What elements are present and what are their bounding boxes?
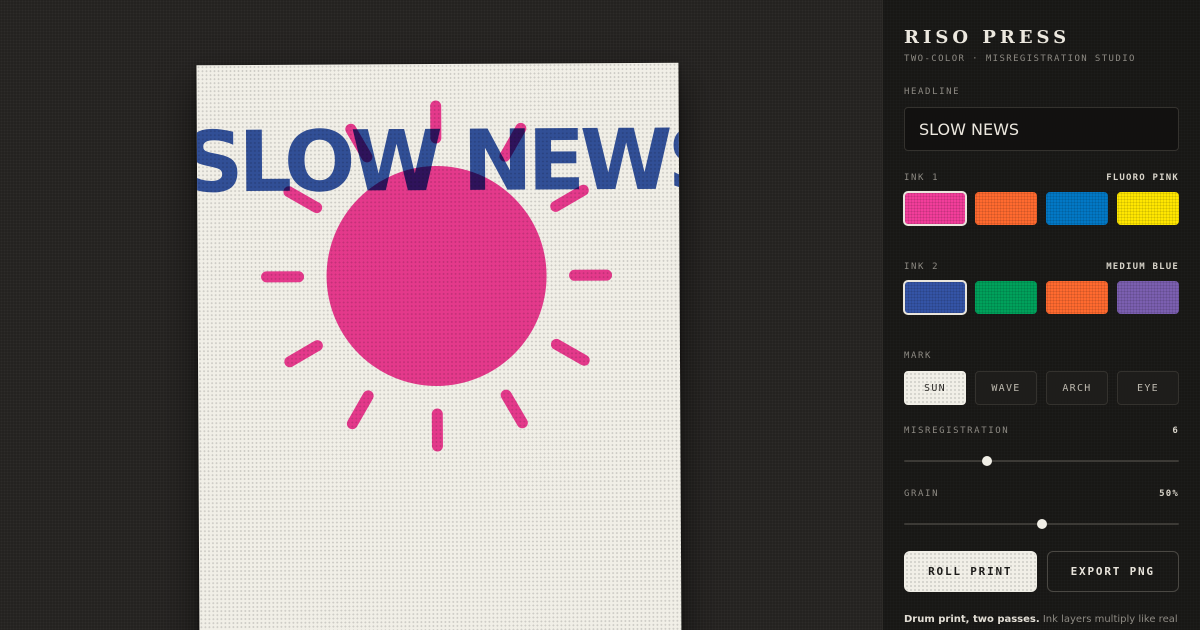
poster-artwork: SLOW NEWS: [196, 100, 682, 452]
headline-label-row: HEADLINE: [904, 87, 1179, 97]
ink2-swatch-0[interactable]: [903, 280, 967, 315]
misregistration-label: MISREGISTRATION: [904, 426, 1010, 436]
grain-label: GRAIN: [904, 489, 940, 499]
grain-value: 50%: [1159, 489, 1179, 499]
mark-button-wave[interactable]: WAVE: [975, 371, 1037, 405]
ink1-label: INK 1: [904, 173, 940, 183]
control-panel: RISO PRESS TWO-COLOR · MISREGISTRATION S…: [882, 0, 1200, 630]
mark-button-eye[interactable]: EYE: [1117, 371, 1179, 405]
misregistration-slider[interactable]: [904, 454, 1179, 468]
app-subtitle: TWO-COLOR · MISREGISTRATION STUDIO: [904, 54, 1136, 64]
ink1-swatch-2[interactable]: [1046, 192, 1108, 225]
mark-button-sun[interactable]: SUN: [904, 371, 966, 405]
headline-label: HEADLINE: [904, 87, 961, 97]
ink1-selected-name: FLUORO PINK: [1106, 173, 1179, 183]
misregistration-track: [904, 460, 1179, 462]
export-png-button[interactable]: EXPORT PNG: [1046, 551, 1179, 592]
misregistration-thumb[interactable]: [981, 456, 992, 466]
ink1-swatches: [903, 191, 1179, 226]
help-note-strong: Drum print, two passes.: [904, 614, 1040, 625]
poster-headline: SLOW NEWS: [196, 111, 681, 212]
ink2-selected-name: MEDIUM BLUE: [1106, 262, 1179, 272]
help-note: Drum print, two passes. Ink layers multi…: [904, 613, 1189, 627]
ink1-label-row: INK 1 FLUORO PINK: [904, 173, 1179, 183]
poster-paper: SLOW NEWS: [196, 62, 682, 630]
ink2-label: INK 2: [904, 262, 940, 272]
canvas-stage: SLOW NEWS: [0, 0, 882, 630]
ink1-swatch-1[interactable]: [975, 192, 1037, 225]
roll-print-button[interactable]: ROLL PRINT: [904, 551, 1037, 592]
app-title: RISO PRESS: [904, 27, 1071, 48]
grain-slider[interactable]: [904, 517, 1179, 531]
misregistration-label-row: MISREGISTRATION 6: [904, 426, 1179, 436]
ink2-swatch-3[interactable]: [1117, 281, 1179, 314]
headline-input[interactable]: [904, 107, 1179, 151]
mark-button-arch[interactable]: ARCH: [1046, 371, 1108, 405]
help-note-text: Ink layers multiply like real: [1039, 614, 1178, 625]
ink2-swatch-2[interactable]: [1046, 281, 1108, 314]
mark-label: MARK: [904, 351, 933, 361]
sun-ray: [500, 389, 528, 429]
sun-ray: [346, 390, 374, 430]
sun-ray: [550, 338, 590, 366]
action-buttons: ROLL PRINT EXPORT PNG: [904, 551, 1179, 592]
headline-layer: SLOW NEWS: [196, 111, 681, 212]
mark-label-row: MARK: [904, 351, 1179, 361]
mark-selector: SUN WAVE ARCH EYE: [904, 371, 1179, 405]
sun-ray: [284, 340, 323, 368]
ink2-swatches: [903, 280, 1179, 315]
misregistration-value: 6: [1172, 426, 1179, 436]
ink1-swatch-0[interactable]: [903, 191, 967, 226]
grain-thumb[interactable]: [1036, 519, 1047, 529]
ink2-label-row: INK 2 MEDIUM BLUE: [904, 262, 1179, 272]
grain-label-row: GRAIN 50%: [904, 489, 1179, 499]
ink2-swatch-1[interactable]: [975, 281, 1037, 314]
ink1-swatch-3[interactable]: [1117, 192, 1179, 225]
